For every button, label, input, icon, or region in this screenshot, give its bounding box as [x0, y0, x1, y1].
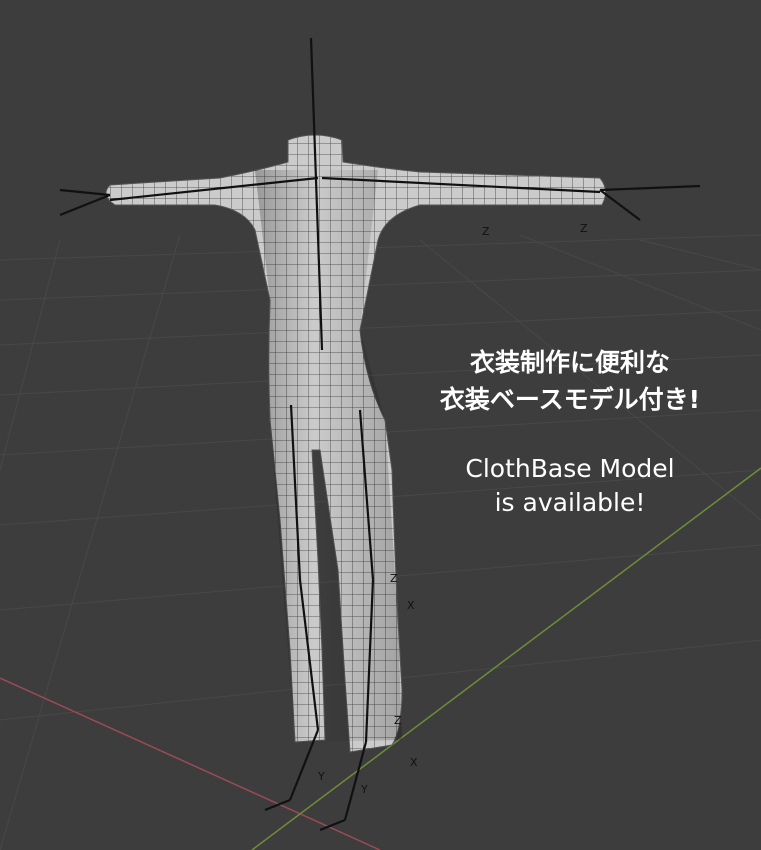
svg-text:Y: Y [360, 783, 368, 796]
japanese-caption: 衣装制作に便利な 衣装ベースモデル付き! [395, 344, 745, 418]
svg-text:Z: Z [580, 222, 588, 235]
english-caption-line2: is available! [494, 488, 646, 517]
3d-viewport[interactable]: X X Z Z Y Y Z Z [0, 0, 761, 850]
english-caption-line1: ClothBase Model [465, 454, 675, 483]
svg-text:X: X [407, 599, 415, 612]
svg-text:Z: Z [394, 714, 402, 727]
japanese-caption-line2: 衣装ベースモデル付き! [439, 385, 701, 414]
svg-text:X: X [410, 756, 418, 769]
svg-text:Z: Z [390, 572, 398, 585]
english-caption: ClothBase Model is available! [395, 452, 745, 520]
svg-text:Y: Y [317, 770, 325, 783]
japanese-caption-line1: 衣装制作に便利な [469, 348, 670, 377]
svg-text:Z: Z [482, 225, 490, 238]
mannequin-mesh[interactable] [105, 134, 606, 753]
